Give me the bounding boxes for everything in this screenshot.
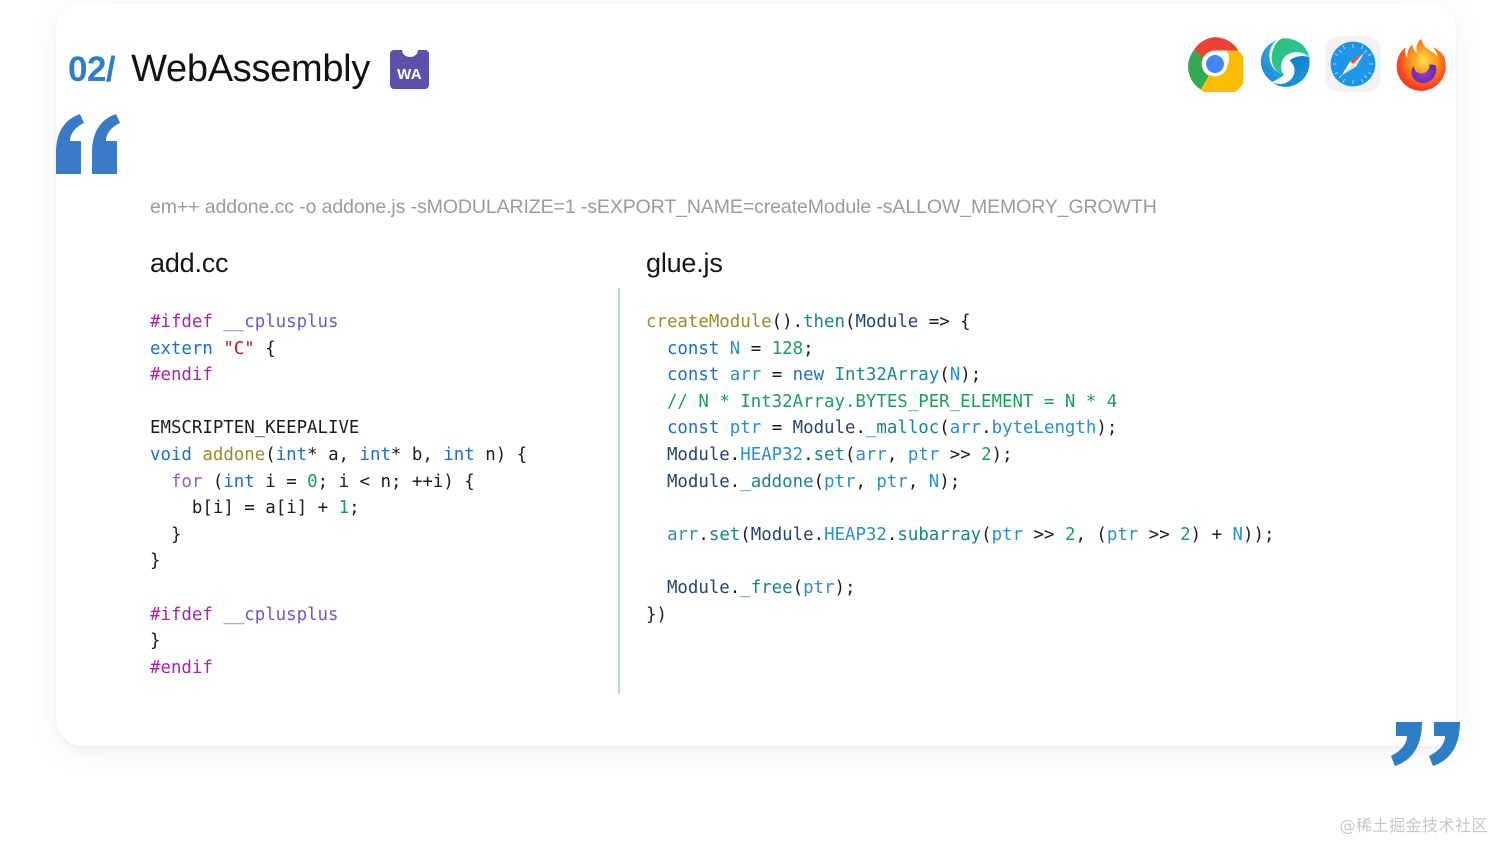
code-block-glue-js: createModule().then(Module => { const N … xyxy=(646,312,1275,625)
slide-header: 02/ WebAssembly WA xyxy=(68,43,430,91)
code-block-add-cc: #ifdef __cplusplus extern "C" { #endif E… xyxy=(150,312,528,678)
wa-badge-label: WA xyxy=(397,66,422,83)
code-panel-left: add.cc #ifdef __cplusplus extern "C" { #… xyxy=(150,248,600,681)
column-divider xyxy=(618,288,620,694)
page-title: WebAssembly xyxy=(131,48,371,90)
code-panel-left-title: add.cc xyxy=(150,248,229,278)
watermark-text: @稀土掘金技术社区 xyxy=(1339,816,1488,835)
webassembly-logo-icon: WA xyxy=(390,43,430,89)
slide-number: 02/ xyxy=(68,49,116,89)
code-panel-right: glue.js createModule().then(Module => { … xyxy=(646,248,1436,628)
safari-logo-icon xyxy=(1325,36,1381,92)
edge-logo-icon xyxy=(1256,36,1312,92)
build-command-text: em++ addone.cc -o addone.js -sMODULARIZE… xyxy=(150,196,1157,218)
chrome-logo-icon xyxy=(1187,36,1243,92)
quote-open-icon xyxy=(52,112,126,174)
quote-close-icon xyxy=(1390,700,1464,772)
browser-logo-row xyxy=(1187,36,1450,92)
code-panel-right-title: glue.js xyxy=(646,248,723,278)
firefox-logo-icon xyxy=(1394,36,1450,92)
wa-badge-notch xyxy=(401,43,418,57)
